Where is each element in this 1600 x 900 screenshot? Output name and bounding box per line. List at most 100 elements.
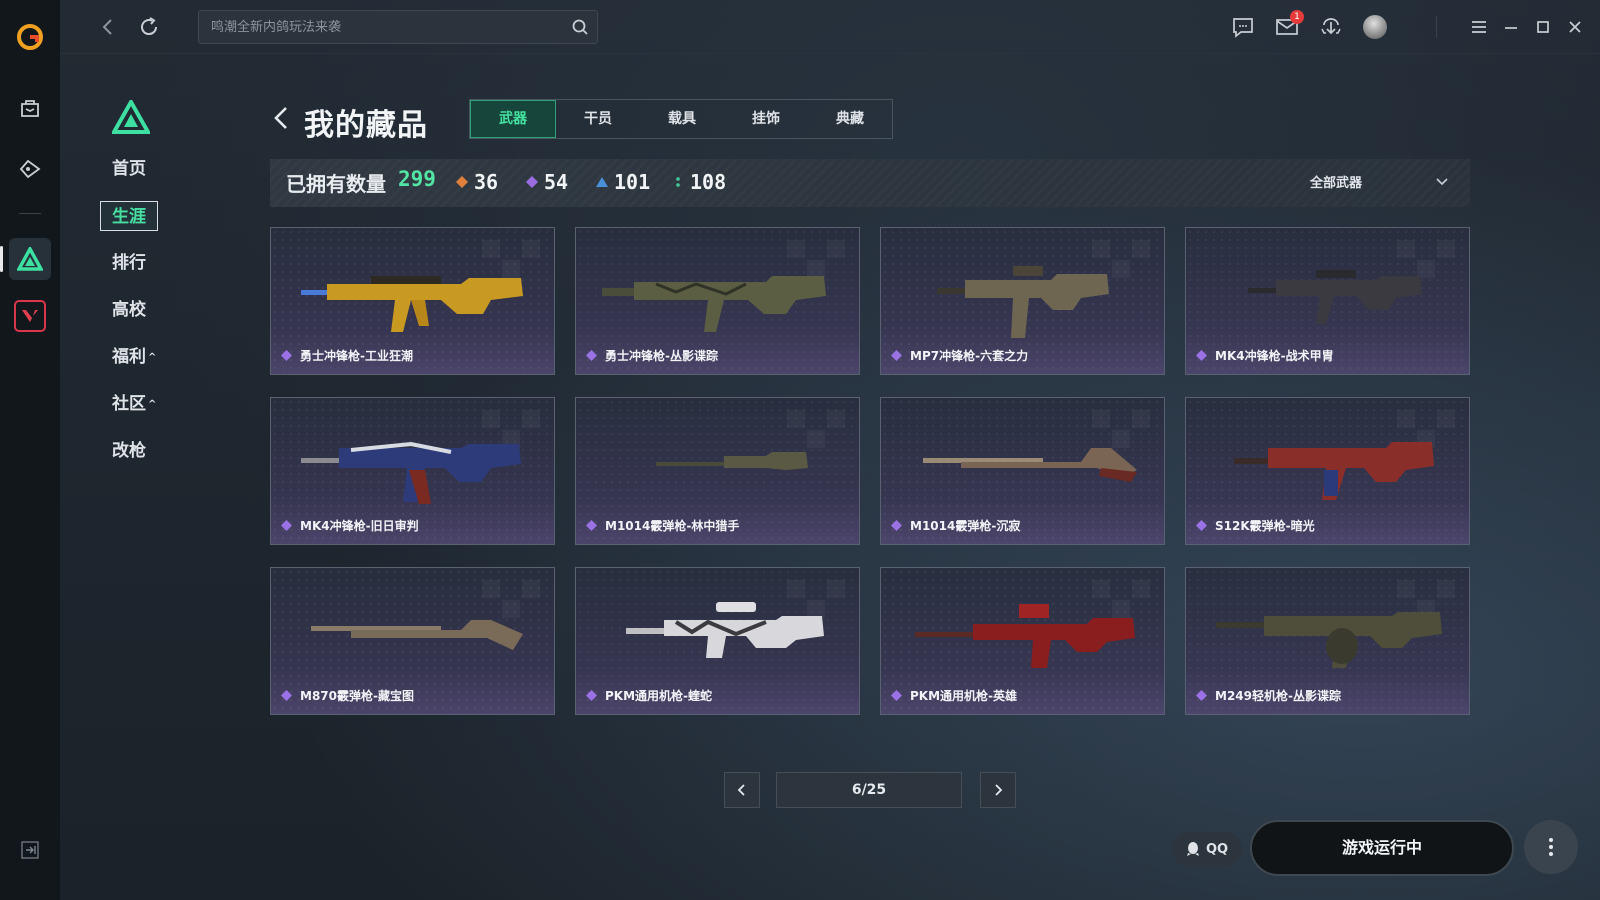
page-back-icon[interactable] bbox=[270, 104, 292, 132]
tab-charms[interactable]: 挂饰 bbox=[724, 100, 808, 138]
nav-item-home[interactable]: 首页 bbox=[100, 154, 158, 184]
weapon-filter-dropdown[interactable]: 全部武器 bbox=[1310, 172, 1450, 191]
game-tag-icon[interactable] bbox=[16, 155, 44, 183]
weapon-label: 勇士冲锋枪-丛影谍踪 bbox=[605, 349, 718, 363]
tab-operators[interactable]: 干员 bbox=[556, 100, 640, 138]
maximize-icon[interactable] bbox=[1530, 14, 1556, 40]
nav-item-ranking[interactable]: 排行 bbox=[100, 248, 158, 278]
nav-item-gunsmith[interactable]: 改枪 bbox=[100, 436, 158, 466]
collapse-rail-icon[interactable] bbox=[20, 840, 40, 860]
nav-item-community[interactable]: 社区 ^ bbox=[100, 389, 158, 419]
weapon-label: PKM通用机枪-英雄 bbox=[910, 689, 1018, 703]
triangle-icon bbox=[596, 177, 608, 187]
weapon-image bbox=[1234, 442, 1434, 500]
weapon-label: S12K霰弹枪-暗光 bbox=[1215, 519, 1315, 533]
tab-collection[interactable]: 典藏 bbox=[808, 100, 892, 138]
weapon-card[interactable]: MK4冲锋枪-旧日审判 bbox=[270, 397, 555, 545]
rarity-count: 101 bbox=[614, 170, 651, 194]
weapon-label: MK4冲锋枪-战术甲胄 bbox=[1215, 349, 1334, 363]
diamond-icon bbox=[526, 176, 538, 188]
download-icon[interactable] bbox=[1318, 14, 1344, 40]
weapon-name: 勇士冲锋枪-丛影谍踪 bbox=[586, 347, 718, 364]
nav-label: 排行 bbox=[112, 253, 146, 273]
launcher-logo[interactable] bbox=[15, 22, 45, 52]
tab-vehicles[interactable]: 载具 bbox=[640, 100, 724, 138]
nav-item-career[interactable]: 生涯 bbox=[100, 201, 158, 231]
prev-page-button[interactable] bbox=[724, 772, 760, 808]
diamond-icon bbox=[456, 176, 468, 188]
weapon-card[interactable]: M1014霰弹枪-林中猎手 bbox=[575, 397, 860, 545]
owned-label: 已拥有数量 bbox=[286, 172, 386, 196]
filter-label: 全部武器 bbox=[1309, 176, 1362, 191]
weapon-image bbox=[915, 604, 1135, 668]
app-rail bbox=[0, 0, 60, 900]
weapon-card[interactable]: MK4冲锋枪-战术甲胄 bbox=[1185, 227, 1470, 375]
page-indicator: 6/25 bbox=[776, 772, 962, 808]
menu-icon[interactable] bbox=[1466, 14, 1492, 40]
weapon-card[interactable]: 勇士冲锋枪-丛影谍踪 bbox=[575, 227, 860, 375]
search-bar bbox=[198, 10, 598, 44]
back-arrow-icon[interactable] bbox=[96, 15, 120, 39]
owned-total: 299 bbox=[398, 167, 436, 191]
refresh-icon[interactable] bbox=[136, 14, 162, 40]
weapon-card[interactable]: M1014霰弹枪-沉寂 bbox=[880, 397, 1165, 545]
weapon-name: M1014霰弹枪-沉寂 bbox=[891, 517, 1020, 534]
chevron-down-icon bbox=[1436, 177, 1448, 185]
weapon-card[interactable]: S12K霰弹枪-暗光 bbox=[1185, 397, 1470, 545]
weapon-card[interactable]: PKM通用机枪-蝰蛇 bbox=[575, 567, 860, 715]
purple-diamond-icon bbox=[586, 350, 597, 361]
search-input[interactable] bbox=[199, 11, 559, 43]
weapon-image bbox=[301, 441, 521, 504]
next-page-button[interactable] bbox=[980, 772, 1016, 808]
purple-diamond-icon bbox=[281, 350, 292, 361]
rarity-count: 108 bbox=[690, 170, 727, 194]
weapon-name: M870霰弹枪-藏宝图 bbox=[281, 687, 414, 704]
weapon-label: M870霰弹枪-藏宝图 bbox=[300, 689, 414, 703]
purple-diamond-icon bbox=[281, 690, 292, 701]
weapon-card[interactable]: MP7冲锋枪-六套之力 bbox=[880, 227, 1165, 375]
weapon-name: S12K霰弹枪-暗光 bbox=[1196, 517, 1315, 534]
game-side-nav: 首页 生涯 排行 高校 福利 ^ 社区 ^ 改枪 bbox=[100, 97, 180, 483]
qq-button[interactable]: QQ bbox=[1172, 832, 1242, 866]
weapon-label: MP7冲锋枪-六套之力 bbox=[910, 349, 1029, 363]
game-brand-logo bbox=[110, 97, 152, 134]
nav-item-college[interactable]: 高校 bbox=[100, 295, 158, 325]
weapon-card[interactable]: PKM通用机枪-英雄 bbox=[880, 567, 1165, 715]
minimize-icon[interactable] bbox=[1498, 14, 1524, 40]
nav-label: 福利 bbox=[112, 347, 146, 367]
tab-weapons[interactable]: 武器 bbox=[470, 100, 556, 138]
rarity-stat-blue: 101 bbox=[596, 168, 650, 196]
rail-divider bbox=[19, 213, 41, 214]
weapon-image bbox=[626, 602, 824, 658]
nav-label: 社区 bbox=[112, 394, 146, 414]
rarity-stat-orange: 36 bbox=[456, 168, 498, 196]
nav-item-welfare[interactable]: 福利 ^ bbox=[100, 342, 158, 372]
chevron-up-icon: ^ bbox=[148, 352, 157, 363]
weapon-label: MK4冲锋枪-旧日审判 bbox=[300, 519, 419, 533]
close-icon[interactable] bbox=[1562, 14, 1588, 40]
valorant-app[interactable] bbox=[14, 300, 46, 332]
rarity-stat-purple: 54 bbox=[526, 168, 568, 196]
rarity-count: 54 bbox=[544, 170, 569, 194]
weapon-name: PKM通用机枪-蝰蛇 bbox=[586, 687, 712, 704]
game-running-button[interactable]: 游戏运行中 bbox=[1250, 820, 1514, 876]
weapon-card[interactable]: M870霰弹枪-藏宝图 bbox=[270, 567, 555, 715]
mail-icon[interactable]: 1 bbox=[1274, 10, 1304, 40]
game-app-active[interactable] bbox=[0, 238, 51, 280]
weapon-card[interactable]: M249轻机枪-丛影谍踪 bbox=[1185, 567, 1470, 715]
more-options-button[interactable] bbox=[1524, 820, 1578, 874]
store-icon[interactable] bbox=[16, 94, 44, 122]
weapon-name: MK4冲锋枪-旧日审判 bbox=[281, 517, 419, 534]
weapon-name: M1014霰弹枪-林中猎手 bbox=[586, 517, 739, 534]
purple-diamond-icon bbox=[1196, 350, 1207, 361]
valorant-logo-icon bbox=[22, 310, 38, 322]
toolbar-divider bbox=[1436, 16, 1437, 38]
user-avatar[interactable] bbox=[1362, 14, 1388, 40]
purple-diamond-icon bbox=[281, 520, 292, 531]
chat-icon[interactable] bbox=[1230, 14, 1256, 40]
more-vertical-icon bbox=[1549, 838, 1553, 856]
weapon-card[interactable]: 勇士冲锋枪-工业狂潮 bbox=[270, 227, 555, 375]
search-icon[interactable] bbox=[571, 18, 589, 36]
weapon-image bbox=[602, 276, 826, 332]
rarity-stat-green: 108 bbox=[672, 168, 726, 196]
